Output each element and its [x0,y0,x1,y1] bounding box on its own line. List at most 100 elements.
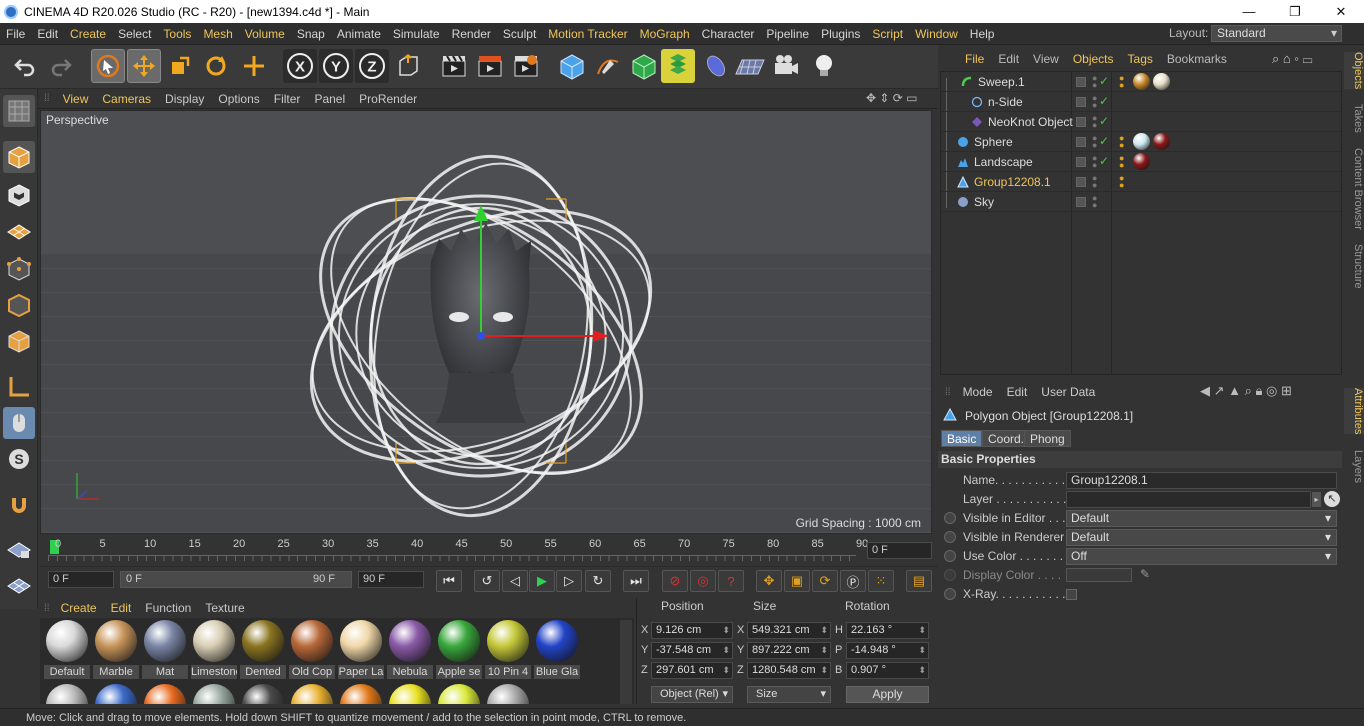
visibility-dots[interactable]: ● ● [1092,134,1097,150]
enable-axis-button[interactable] [3,371,35,403]
coordinate-mode-dropdown[interactable]: Object (Rel) [651,686,733,703]
menu-help[interactable]: Help [964,27,1001,41]
make-editable-button[interactable] [3,95,35,127]
material-tag-icon[interactable] [1133,133,1150,150]
material-swatch[interactable] [487,684,529,704]
size-field[interactable]: 1280.548 cm [747,662,831,679]
texture-mode-button[interactable] [3,179,35,211]
attribute-text-field[interactable]: Group12208.1 [1066,472,1337,489]
end-frame-field[interactable]: 90 F [358,571,424,588]
next-frame-button[interactable]: ▷ [556,570,582,592]
side-tab-takes[interactable]: Takes [1344,104,1364,133]
next-key-button[interactable]: ↻ [585,570,611,592]
layer-arrow-icon[interactable]: ▸ [1312,492,1321,507]
animation-radio[interactable] [944,512,956,524]
go-to-start-button[interactable]: ⏮ [436,570,462,592]
object-menu-edit[interactable]: Edit [991,52,1026,66]
record-position-button[interactable]: ✥ [756,570,782,592]
animation-radio[interactable] [944,569,956,581]
menu-create[interactable]: Create [64,27,112,41]
viewport-menu-filter[interactable]: Filter [267,92,308,106]
object-menu-file[interactable]: File [958,52,991,66]
go-to-end-button[interactable]: ⏭ [623,570,649,592]
enable-checkmark-icon[interactable]: ✓ [1099,74,1109,88]
viewport-menu-display[interactable]: Display [158,92,211,106]
layout-dropdown[interactable]: Standard [1211,25,1342,42]
start-frame-field[interactable]: 0 F [48,571,114,588]
record-active-objects-button[interactable]: ⊘ [662,570,688,592]
size-field[interactable]: 897.222 cm [747,642,831,659]
material-menu-texture[interactable]: Texture [198,601,251,615]
solo-mode-button[interactable]: S [3,443,35,475]
side-tab-layers[interactable]: Layers [1344,450,1364,483]
visibility-dots[interactable]: ● ● [1092,74,1097,90]
visibility-dots[interactable]: ● ● [1092,154,1097,170]
redo-button[interactable] [44,49,78,83]
menu-motion-tracker[interactable]: Motion Tracker [542,27,633,41]
menu-mesh[interactable]: Mesh [197,27,238,41]
menu-file[interactable]: File [0,27,31,41]
layer-toggle[interactable] [1076,137,1086,147]
workplane-mode-button[interactable] [3,215,35,247]
material-tag-icon[interactable] [1153,133,1170,150]
attribute-text-field[interactable] [1066,491,1311,508]
viewport-menu-view[interactable]: View [56,92,96,106]
position-field[interactable]: -37.548 cm [651,642,733,659]
material-swatch[interactable] [144,684,186,704]
polygons-mode-button[interactable] [3,325,35,357]
layer-toggle[interactable] [1076,97,1086,107]
size-mode-dropdown[interactable]: Size [747,686,831,703]
enable-checkmark-icon[interactable]: ✓ [1099,154,1109,168]
record-parameter-button[interactable]: Ⓟ [840,570,866,592]
material-swatch[interactable] [291,684,333,704]
attribute-menu-edit[interactable]: Edit [1002,385,1037,399]
phong-tag-icon[interactable]: ● ● [1119,74,1124,90]
enable-checkmark-icon[interactable]: ✓ [1099,134,1109,148]
attribute-navigation-icons[interactable]: ◀ ↗ ▲ ⌕ 🔒︎ ◎ ⊞ [1200,383,1292,399]
visibility-dots[interactable]: ● ● [1092,94,1097,110]
render-view-button[interactable] [437,49,471,83]
x-axis-lock[interactable]: X [283,49,317,83]
enable-checkmark-icon[interactable]: ✓ [1099,94,1109,108]
current-frame-field[interactable]: 0 F [867,542,932,559]
color-picker-icon[interactable]: ✎ [1140,567,1150,581]
position-field[interactable]: 297.601 cm [651,662,733,679]
xray-checkbox[interactable] [1066,589,1077,600]
phong-tag-icon[interactable]: ● ● [1119,174,1124,190]
menu-character[interactable]: Character [696,27,761,41]
material-tag-icon[interactable] [1133,73,1150,90]
scale-tool[interactable] [163,49,197,83]
object-row-sphere[interactable]: Sphere ● ● ✓ ● ● [941,132,1341,152]
perspective-viewport[interactable]: Perspective Grid Spacing: 1000 cm [40,110,932,534]
subdivision-surface-button[interactable] [627,49,661,83]
lock-workplane-button[interactable] [3,533,35,565]
object-row-group12208-1[interactable]: Group12208.1 ● ● ● ● [941,172,1341,192]
scheme-settings-button[interactable]: ▤ [906,570,932,592]
rotation-field[interactable]: -14.948 ° [846,642,929,659]
menu-volume[interactable]: Volume [239,27,291,41]
material-swatch[interactable] [340,684,382,704]
viewport-menu-panel[interactable]: Panel [307,92,352,106]
menu-simulate[interactable]: Simulate [387,27,446,41]
menu-window[interactable]: Window [909,27,964,41]
material-swatch[interactable]: Nebula [387,618,433,679]
menu-plugins[interactable]: Plugins [815,27,866,41]
material-swatch[interactable]: Blue Gla [534,618,580,679]
position-field[interactable]: 9.126 cm [651,622,733,639]
layer-toggle[interactable] [1076,177,1086,187]
tab-basic[interactable]: Basic [941,430,983,447]
record-scale-button[interactable]: ▣ [784,570,810,592]
previous-frame-button[interactable]: ◁ [502,570,528,592]
material-tag-icon[interactable] [1133,153,1150,170]
phong-tag-icon[interactable]: ● ● [1119,154,1124,170]
enable-checkmark-icon[interactable]: ✓ [1099,114,1109,128]
deformer-button[interactable] [699,49,733,83]
rotation-field[interactable]: 0.907 ° [846,662,929,679]
record-rotation-button[interactable]: ⟳ [812,570,838,592]
attribute-dropdown[interactable]: Default [1066,510,1337,527]
record-point-level-button[interactable]: ⁙ [868,570,894,592]
material-menu-function[interactable]: Function [138,601,198,615]
menu-pipeline[interactable]: Pipeline [760,27,815,41]
side-tab-attributes[interactable]: Attributes [1344,388,1364,435]
undo-button[interactable] [8,49,42,83]
